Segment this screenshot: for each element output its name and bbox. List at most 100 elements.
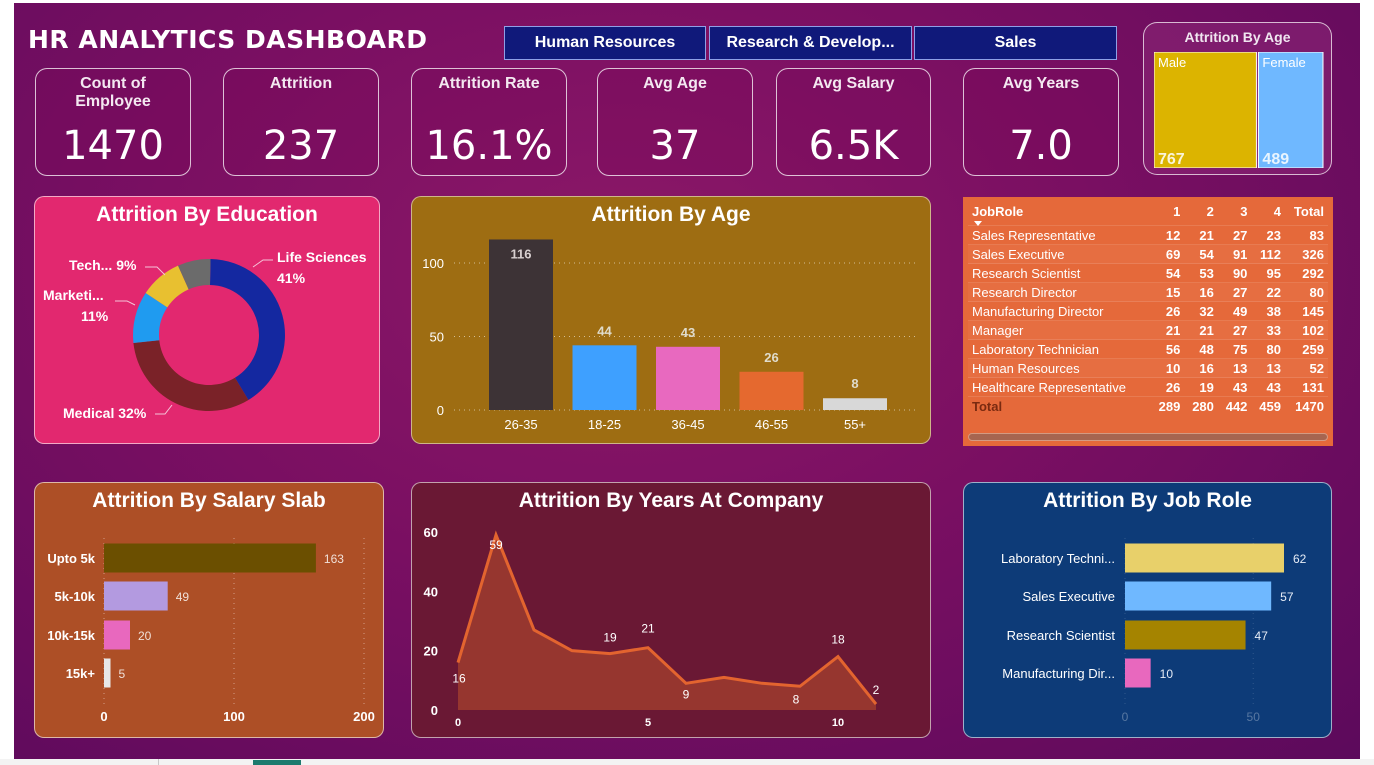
donut-data-label: Tech... 9% xyxy=(69,257,137,273)
col-header-4[interactable]: 4 xyxy=(1251,202,1285,226)
slicer-human-resources[interactable]: Human Resources xyxy=(504,26,706,60)
card-avg-years: Avg Years 7.0 xyxy=(963,68,1119,176)
y-tick-label: 50 xyxy=(430,330,444,345)
salary-panel: Attrition By Salary Slab 0 100 200 Upto 5k 1… xyxy=(34,482,384,738)
table-row[interactable]: Laboratory Technician 56 48 75 80 259 xyxy=(968,339,1328,359)
bar-Upto 5k xyxy=(104,543,316,573)
bar-5k-10k xyxy=(104,581,168,611)
bar-10k-15k xyxy=(104,620,130,650)
table-cell-value: 75 xyxy=(1217,339,1252,359)
table-cell-jobrole: Sales Executive xyxy=(968,244,1151,264)
sort-arrow-icon[interactable] xyxy=(974,221,982,226)
table-cell-value: 90 xyxy=(1217,263,1252,283)
table-row[interactable]: Manufacturing Director 26 32 49 38 145 xyxy=(968,301,1328,321)
x-tick-label: 50 xyxy=(1247,710,1261,724)
table-cell-value: 38 xyxy=(1251,301,1285,321)
table-row[interactable]: Sales Executive 69 54 91 112 326 xyxy=(968,244,1328,264)
card-value: 1470 xyxy=(62,123,164,169)
card-value: 6.5K xyxy=(808,123,899,169)
y-tick-label: 0 xyxy=(431,703,438,718)
bar-data-label: 163 xyxy=(324,552,344,566)
bar-0 xyxy=(1125,543,1284,573)
y-tick-label: Upto 5k xyxy=(47,551,95,566)
x-tick-label: 0 xyxy=(455,717,461,729)
table-cell-value: 15 xyxy=(1150,282,1185,302)
table-cell-value: 259 xyxy=(1284,339,1328,359)
y-tick-label: Manufacturing Dir... xyxy=(1002,666,1115,681)
data-point-label: 59 xyxy=(489,538,503,552)
card-value: 7.0 xyxy=(1009,123,1073,169)
card-attrition-rate: Attrition Rate 16.1% xyxy=(411,68,567,176)
treemap-category-label: Female xyxy=(1262,55,1305,70)
table-cell-value: 80 xyxy=(1251,339,1285,359)
education-donut-chart: Life Sciences 41% Medical 32% Marketi... 11%… xyxy=(43,249,367,421)
table-total-value: 280 xyxy=(1184,396,1218,416)
donut-data-label: Life Sciences xyxy=(277,249,367,265)
table-row[interactable]: Manager 21 21 27 33 102 xyxy=(968,320,1328,340)
y-tick-label: 20 xyxy=(424,644,438,659)
col-header-jobrole[interactable]: JobRole xyxy=(968,202,1151,226)
card-avg-age: Avg Age 37 xyxy=(597,68,753,176)
bar-data-label: 43 xyxy=(681,325,695,340)
slicer-sales[interactable]: Sales xyxy=(914,26,1117,60)
bar-data-label: 10 xyxy=(1160,667,1174,681)
table-cell-value: 21 xyxy=(1184,225,1218,245)
y-tick-label: 0 xyxy=(437,403,444,418)
table-cell-value: 52 xyxy=(1284,358,1328,378)
bar-3 xyxy=(1125,658,1151,688)
bar-data-label: 49 xyxy=(176,590,190,604)
table-cell-value: 292 xyxy=(1284,263,1328,283)
col-header-3[interactable]: 3 xyxy=(1218,202,1252,226)
jobrole-matrix-table: JobRole 1 2 3 4 Total Sales Representati… xyxy=(963,197,1333,446)
jobrole-bar-chart: 0 50 Laboratory Techni... 62 Sales Executive… xyxy=(1001,538,1307,724)
x-tick-label: 18-25 xyxy=(588,417,621,432)
card-value: 16.1% xyxy=(425,123,553,169)
bar-55+ xyxy=(823,398,887,410)
bar-data-label: 20 xyxy=(138,629,152,643)
bar-data-label: 57 xyxy=(1280,590,1294,604)
table-cell-value: 54 xyxy=(1184,244,1218,264)
col-header-1[interactable]: 1 xyxy=(1151,202,1185,226)
table-row[interactable]: Research Director 15 16 27 22 80 xyxy=(968,282,1328,302)
donut-slice-0 xyxy=(209,259,285,400)
table-cell-value: 145 xyxy=(1284,301,1328,321)
table-row[interactable]: Sales Representative 12 21 27 23 83 xyxy=(968,225,1328,245)
table-cell-value: 49 xyxy=(1217,301,1252,321)
bar-data-label: 62 xyxy=(1293,552,1307,566)
table-cell-jobrole: Research Director xyxy=(968,282,1151,302)
bar-data-label: 116 xyxy=(511,246,532,261)
page-tab[interactable] xyxy=(253,760,301,765)
table-cell-jobrole: Research Scientist xyxy=(968,263,1151,283)
table-row[interactable]: Research Scientist 54 53 90 95 292 xyxy=(968,263,1328,283)
table-total-value: 459 xyxy=(1251,396,1285,416)
y-tick-label: 5k-10k xyxy=(55,589,96,604)
card-value: 37 xyxy=(649,123,701,169)
table-cell-value: 27 xyxy=(1217,320,1252,340)
table-row[interactable]: Human Resources 10 16 13 13 52 xyxy=(968,358,1328,378)
data-point-label: 19 xyxy=(603,631,617,645)
bar-data-label: 47 xyxy=(1255,629,1269,643)
leader-line xyxy=(155,404,173,415)
table-cell-value: 23 xyxy=(1251,225,1285,245)
table-cell-value: 43 xyxy=(1217,377,1252,397)
y-tick-label: Research Scientist xyxy=(1007,628,1116,643)
card-label: Count of Employee xyxy=(75,75,151,110)
bar-26-35 xyxy=(489,239,553,410)
data-point-label: 18 xyxy=(831,633,845,647)
donut-data-label: 41% xyxy=(277,270,306,286)
donut-data-label: Medical 32% xyxy=(63,405,147,421)
x-tick-label: 0 xyxy=(100,709,107,724)
x-tick-label: 200 xyxy=(353,709,375,724)
data-point-label: 16 xyxy=(452,672,466,686)
col-header-2[interactable]: 2 xyxy=(1184,202,1218,226)
treemap-chart: Male 767 Female 489 xyxy=(1154,52,1324,168)
table-cell-value: 19 xyxy=(1184,377,1218,397)
col-header-total[interactable]: Total xyxy=(1285,202,1328,226)
slicer-research-development[interactable]: Research & Develop... xyxy=(709,26,912,60)
table-cell-value: 131 xyxy=(1284,377,1328,397)
table-cell-value: 13 xyxy=(1251,358,1285,378)
table-cell-value: 21 xyxy=(1184,320,1218,340)
table-row[interactable]: Healthcare Representative 26 19 43 43 131 xyxy=(968,377,1328,397)
x-tick-label: 46-55 xyxy=(755,417,788,432)
table-horizontal-scrollbar[interactable] xyxy=(968,433,1328,441)
